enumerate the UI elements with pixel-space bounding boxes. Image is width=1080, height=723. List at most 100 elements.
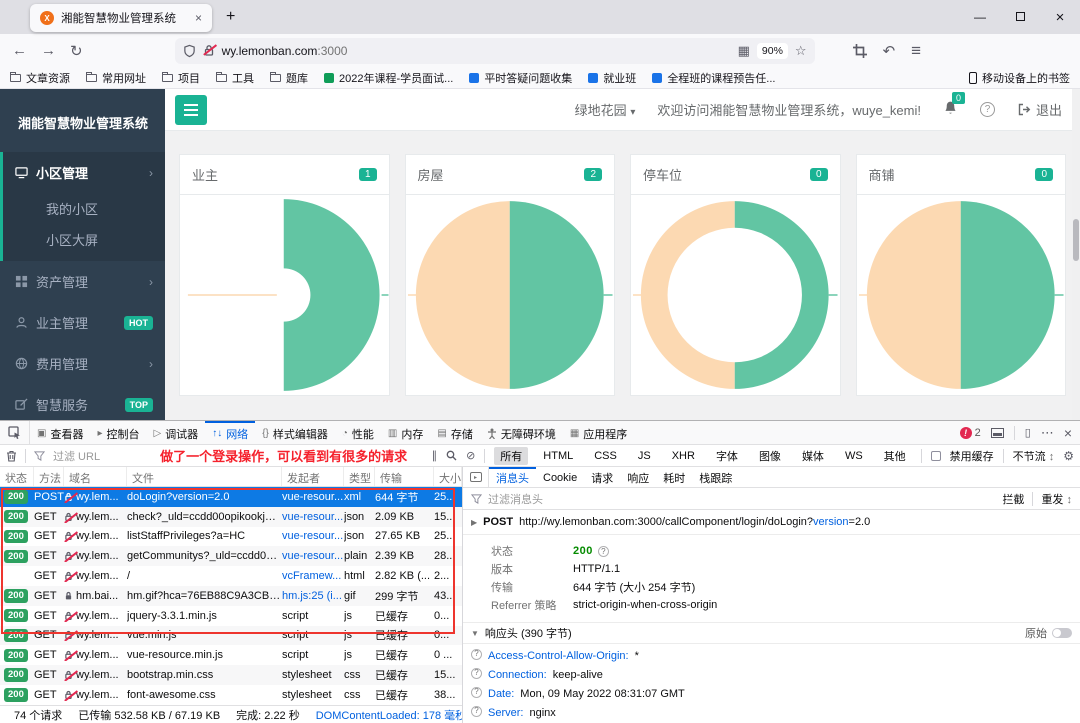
url-text[interactable]: wy.lemonban.com:3000 [222,44,731,58]
tab-stack-trace[interactable]: 栈跟踪 [692,467,739,487]
bookmark-folder[interactable]: 文章资源 [10,70,70,86]
filter-chip-font[interactable]: 字体 [710,447,744,465]
collapse-panel-icon[interactable]: ▸ [463,467,489,487]
network-row[interactable]: 200 GET wy.lem... check?_uld=ccdd00opiko… [0,507,462,527]
request-url-line[interactable]: ▶ POST http://wy.lemonban.com:3000/callC… [463,510,1080,535]
col-type[interactable]: 类型 [344,467,375,486]
network-row[interactable]: 200 POST wy.lem... doLogin?version=2.0 v… [0,487,462,507]
sidebar-item-fee-mgmt[interactable]: 费用管理 › [0,343,165,384]
header-help-icon[interactable]: ? [471,706,482,717]
network-settings-gear-icon[interactable]: ⚙ [1063,449,1074,463]
block-icon[interactable]: ⊘ [466,449,475,462]
bookmark-link[interactable]: 就业班 [588,70,636,86]
header-row[interactable]: ?Date:Mon, 09 May 2022 08:31:07 GMT [463,684,1080,703]
tab-debugger[interactable]: ▷调试器 [146,421,205,444]
col-initiator[interactable]: 发起者 [282,467,344,486]
community-select[interactable]: 绿地花园 ▾ [575,100,636,119]
tab-network[interactable]: ↑↓网络 [205,421,255,444]
bookmark-folder[interactable]: 常用网址 [86,70,146,86]
window-maximize-button[interactable] [1000,10,1040,24]
forward-button[interactable]: → [41,42,56,59]
status-help-icon[interactable]: ? [598,546,609,557]
filter-url-input[interactable]: 过滤 URL [53,448,100,464]
bookmark-link[interactable]: 2022年课程-学员面试... [324,70,453,86]
notification-bell-button[interactable]: 0 [943,100,958,119]
sidebar-item-owner-mgmt[interactable]: 业主管理 HOT [0,302,165,343]
filter-chip-image[interactable]: 图像 [753,447,787,465]
pick-element-button[interactable] [0,421,30,444]
tab-response[interactable]: 响应 [620,467,656,487]
bookmark-folder[interactable]: 工具 [216,70,254,86]
pause-icon[interactable]: ∥ [432,449,438,462]
dock-side-icon[interactable] [991,428,1004,438]
bookmark-link[interactable]: 全程班的课程预告任... [652,70,775,86]
devtools-menu-icon[interactable]: ⋯ [1041,425,1054,441]
filter-chip-css[interactable]: CSS [588,449,623,463]
page-scrollbar[interactable] [1072,89,1080,420]
clear-requests-trash-icon[interactable] [6,450,17,462]
qr-code-icon[interactable]: ▦ [738,43,750,59]
window-close-button[interactable]: × [1040,9,1080,26]
zoom-level-button[interactable]: 90% [757,43,788,59]
header-row[interactable]: ?Server:nginx [463,703,1080,722]
bookmark-star-icon[interactable]: ☆ [795,43,807,59]
header-row[interactable]: ?Connection:keep-alive [463,665,1080,684]
sidebar-item-asset-mgmt[interactable]: 资产管理 › [0,261,165,302]
filter-chip-ws[interactable]: WS [839,449,869,463]
col-transfer[interactable]: 传输 [375,467,434,486]
back-button[interactable]: ← [12,42,27,59]
responsive-mode-icon[interactable]: ▯ [1025,426,1031,439]
network-row[interactable]: 200 GET hm.bai... hm.gif?hca=76EB88C9A3C… [0,586,462,606]
search-icon[interactable] [446,450,457,461]
tab-storage[interactable]: ▤存储 [430,421,479,444]
header-help-icon[interactable]: ? [471,668,482,679]
new-tab-button[interactable]: + [226,8,235,26]
bookmark-folder[interactable]: 题库 [270,70,308,86]
network-row[interactable]: 200 GET wy.lem... vue.min.js script js 已… [0,626,462,646]
screenshot-crop-icon[interactable] [853,44,867,58]
logout-button[interactable]: 退出 [1017,100,1062,119]
tab-style-editor[interactable]: {}样式编辑器 [255,421,335,444]
tab-cookie[interactable]: Cookie [536,467,584,487]
tab-performance[interactable]: ◔性能 [335,421,381,444]
resend-button[interactable]: 重发 ↕ [1041,491,1072,507]
help-button[interactable]: ? [980,102,995,117]
tab-inspector[interactable]: ▣查看器 [30,421,90,444]
tab-timings[interactable]: 耗时 [656,467,692,487]
filter-chip-other[interactable]: 其他 [878,447,912,465]
network-row[interactable]: GET wy.lem... / vcFramew... html 2.82 KB… [0,566,462,586]
app-menu-button[interactable]: ≡ [911,41,921,61]
tab-memory[interactable]: ▥内存 [381,421,430,444]
insecure-lock-icon[interactable] [203,44,215,57]
sidebar-item-community-mgmt[interactable]: 小区管理 › [3,152,165,193]
network-row[interactable]: 200 GET wy.lem... listStaffPrivileges?a=… [0,527,462,547]
filter-chip-js[interactable]: JS [632,449,657,463]
tab-application[interactable]: ▦应用程序 [563,421,634,444]
undo-arrow-icon[interactable]: ↶ [883,42,896,60]
network-row[interactable]: 200 GET wy.lem... jquery-3.3.1.min.js sc… [0,606,462,626]
browser-tab[interactable]: X 湘能智慧物业管理系统 × [30,4,212,32]
devtools-close-icon[interactable]: × [1064,425,1072,441]
col-file[interactable]: 文件 [127,467,282,486]
scrollbar-thumb[interactable] [1073,219,1079,261]
filter-chip-all[interactable]: 所有 [494,447,528,465]
tab-request[interactable]: 请求 [584,467,620,487]
col-size[interactable]: 大小 [434,467,462,486]
disable-cache-checkbox[interactable] [931,451,941,461]
bookmark-folder[interactable]: 项目 [162,70,200,86]
header-help-icon[interactable]: ? [471,649,482,660]
throttle-select[interactable]: 不节流 ↕ [1013,448,1055,464]
url-bar[interactable]: wy.lemonban.com:3000 ▦ 90% ☆ [175,38,815,64]
header-row[interactable]: ?Access-Control-Allow-Origin:* [463,646,1080,665]
network-row[interactable]: 200 GET wy.lem... vue-resource.min.js sc… [0,645,462,665]
reload-button[interactable]: ↻ [70,42,83,60]
filter-headers-input[interactable]: 过滤消息头 [488,491,543,507]
block-request-button[interactable]: 拦截 [1002,491,1024,507]
col-domain[interactable]: 域名 [64,467,127,486]
tab-close-icon[interactable]: × [195,11,202,25]
sidebar-toggle-button[interactable] [175,95,207,125]
network-row[interactable]: 200 GET wy.lem... bootstrap.min.css styl… [0,665,462,685]
sidebar-item-my-community[interactable]: 我的小区 [3,193,165,224]
bookmark-link[interactable]: 平时答疑问题收集 [469,70,572,86]
mobile-bookmarks[interactable]: 移动设备上的书签 [969,70,1070,86]
